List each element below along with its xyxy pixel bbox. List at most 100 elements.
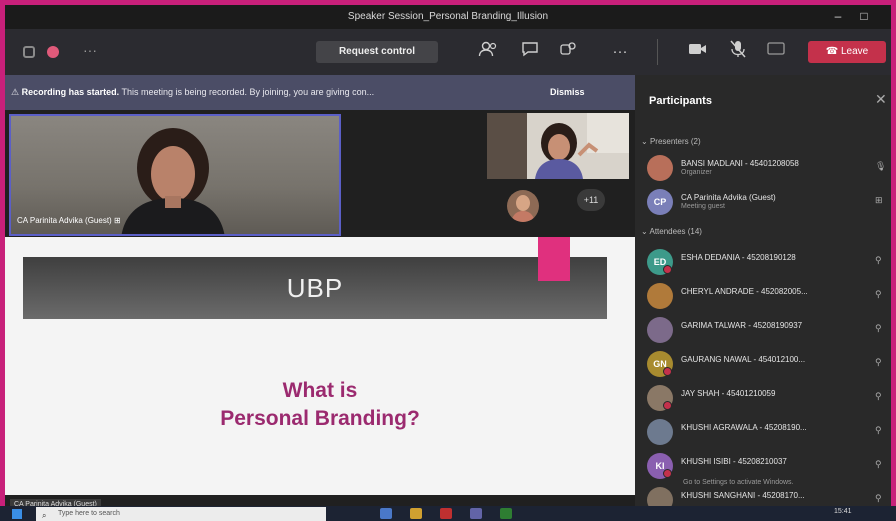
taskbar-app-icon[interactable] [410,508,422,519]
avatar [647,317,673,343]
windows-start-icon[interactable] [12,509,22,519]
participant-video-image [487,113,629,179]
participant-name: GARIMA TALWAR - 45208190937 [681,321,803,330]
participant-name: CHERYL ANDRADE - 452082005... [681,287,808,296]
participant-row[interactable]: JAY SHAH - 45401210059 ⚲ [647,383,891,413]
status-badge [663,265,672,274]
recording-banner: ⚠ Recording has started. This meeting is… [5,75,635,110]
participant-row[interactable]: KHUSHI AGRAWALA - 45208190... ⚲ [647,417,891,447]
participants-title: Participants [649,95,712,107]
avatar [647,419,673,445]
status-badge [663,469,672,478]
presenter-video-caption: CA Parinita Advika (Guest) ⊞ [17,216,121,225]
more-options-icon[interactable]: ··· [607,40,633,64]
participant-role: Meeting guest [681,203,725,210]
participant-row[interactable]: BANSI MADLANI - 45401208058 Organizer 🎙 [647,153,891,183]
teams-taskbar-icon[interactable] [470,508,482,519]
taskbar-app-icon[interactable] [500,508,512,519]
participants-panel: Participants ✕ ⌄ Presenters (2) BANSI MA… [635,75,891,516]
mic-off-icon: ⚲ [875,357,882,367]
recording-banner-body: This meeting is being recorded. By joini… [121,87,375,97]
chevron-down-icon: ⌄ [641,137,648,146]
mic-off-icon[interactable] [725,40,751,64]
participant-name: KHUSHI SANGHANI - 45208170... [681,491,805,500]
teams-window: Speaker Session_Personal Branding_Illusi… [5,5,891,516]
mic-off-icon: ⚲ [875,459,882,469]
participant-row[interactable]: KI KHUSHI ISIBI - 45208210037 ⚲ [647,451,891,481]
slide-heading: What is Personal Branding? [5,377,635,433]
dismiss-button[interactable]: Dismiss [550,87,585,97]
request-control-button[interactable]: Request control [316,41,438,63]
alert-icon: ⚠ [11,87,20,97]
presenter-video-tile[interactable]: CA Parinita Advika (Guest) ⊞ [9,114,341,236]
participant-name: GAURANG NAWAL - 454012100... [681,355,806,364]
participant-name: BANSI MADLANI - 45401208058 [681,159,799,168]
more-left-icon[interactable]: ··· [83,42,97,58]
participant-video-tile[interactable] [487,113,629,179]
maximize-icon[interactable]: □ [853,8,875,24]
slide-heading-line2: Personal Branding? [220,407,420,430]
participant-row[interactable]: CP CA Parinita Advika (Guest) Meeting gu… [647,187,891,217]
mic-off-icon: ⚲ [875,493,882,503]
window-title: Speaker Session_Personal Branding_Illusi… [347,11,549,22]
participant-name: KHUSHI ISIBI - 45208210037 [681,457,787,466]
presenters-header-label: Presenters (2) [649,137,701,146]
participant-name: ESHA DEDANIA - 45208190128 [681,253,796,262]
mic-off-icon: ⚲ [875,289,882,299]
participant-avatar[interactable] [507,190,539,222]
participant-name: JAY SHAH - 45401210059 [681,389,776,398]
share-icon: ⊞ [875,195,883,205]
taskbar-app-icon[interactable] [440,508,452,519]
meeting-toolbar: ··· Request control ··· ☎ Leave [5,29,891,75]
more-participants-badge[interactable]: +11 [577,189,605,211]
recording-banner-bold: Recording has started. [21,87,120,97]
people-icon[interactable] [475,40,501,64]
windows-taskbar: ⌕ Type here to search 15:41 [0,506,896,521]
participant-row[interactable]: ED ESHA DEDANIA - 45208190128 ⚲ [647,247,891,277]
mic-icon: 🎙 [875,161,887,171]
participant-row[interactable]: GARIMA TALWAR - 45208190937 ⚲ [647,315,891,345]
close-icon[interactable]: ✕ [875,91,887,108]
presenter-video-image [121,128,225,234]
participant-role: Organizer [681,169,712,176]
leave-button[interactable]: ☎ Leave [808,41,886,63]
participant-name: KHUSHI AGRAWALA - 45208190... [681,423,807,432]
toolbar-divider [657,39,658,65]
attendees-header[interactable]: ⌄ Attendees (14) [641,227,702,236]
participant-row[interactable]: CHERYL ANDRADE - 452082005... ⚲ [647,281,891,311]
pin-icon: ⊞ [113,216,121,225]
title-bar: Speaker Session_Personal Branding_Illusi… [5,5,891,29]
attendees-header-label: Attendees (14) [649,227,702,236]
avatar: CP [647,189,673,215]
taskbar-app-icon[interactable] [380,508,392,519]
presenter-name-label: CA Parinita Advika (Guest) [17,216,112,225]
participant-name: CA Parinita Advika (Guest) [681,193,776,202]
chevron-down-icon: ⌄ [641,227,648,236]
chat-icon[interactable] [517,40,543,64]
status-badge [663,401,672,410]
slide-heading-line1: What is [282,379,358,402]
meeting-info-icon[interactable] [23,46,35,58]
taskbar-search-input[interactable]: ⌕ Type here to search [36,507,326,521]
avatar [647,283,673,309]
minimize-icon[interactable]: – [827,8,849,24]
phone-hangup-icon: ☎ [825,46,839,57]
mic-off-icon: ⚲ [875,391,882,401]
participant-row[interactable]: GN GAURANG NAWAL - 454012100... ⚲ [647,349,891,379]
reactions-icon[interactable] [555,40,581,64]
taskbar-search-placeholder: Type here to search [58,510,120,517]
presenters-header[interactable]: ⌄ Presenters (2) [641,137,701,146]
recording-banner-text: ⚠ Recording has started. This meeting is… [11,87,374,98]
avatar [647,155,673,181]
leave-label: Leave [841,46,869,57]
camera-icon[interactable] [685,40,711,64]
taskbar-clock: 15:41 [834,508,852,515]
shared-slide: UBP What is Personal Branding? [5,237,635,495]
share-screen-icon[interactable] [763,40,789,64]
mic-off-icon: ⚲ [875,323,882,333]
status-badge [663,367,672,376]
search-icon: ⌕ [42,511,47,520]
slide-title: UBP [286,273,344,303]
mic-off-icon: ⚲ [875,255,882,265]
mic-off-icon: ⚲ [875,425,882,435]
